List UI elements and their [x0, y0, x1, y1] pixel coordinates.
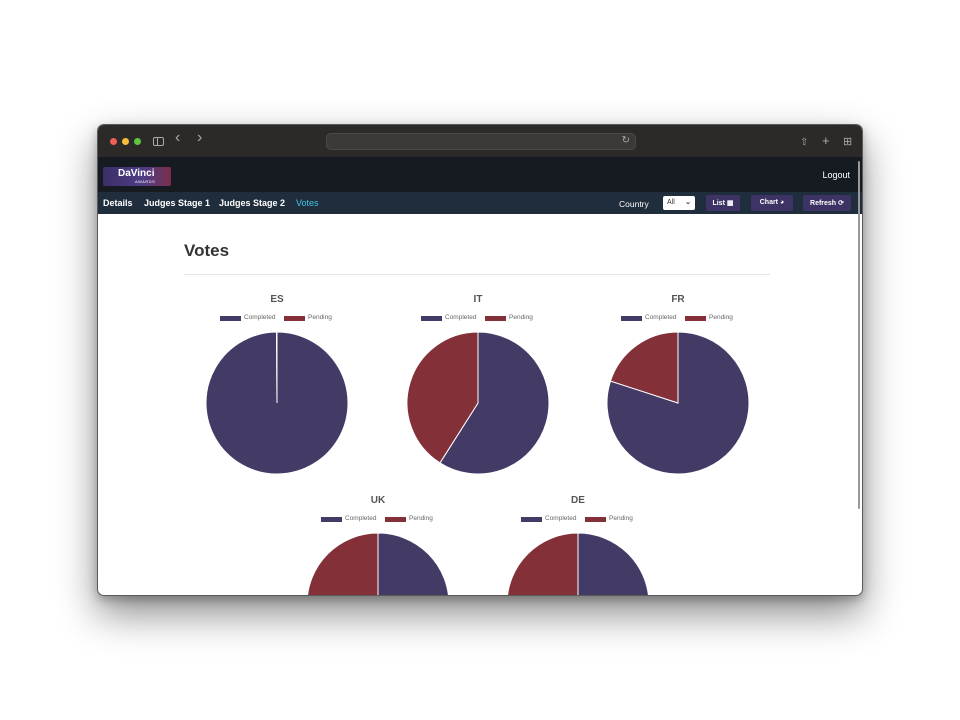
- pie-slice-pending[interactable]: [307, 532, 379, 596]
- minimize-window-button[interactable]: [122, 138, 129, 145]
- country-select[interactable]: All ⌄: [663, 196, 695, 210]
- sidebar-toggle-icon[interactable]: [153, 137, 164, 146]
- refresh-button[interactable]: Refresh ⟳: [803, 195, 851, 211]
- legend-swatch-pending: [485, 316, 506, 321]
- legend-label-pending: Pending: [509, 314, 533, 321]
- sub-navigation: Details Judges Stage 1 Judges Stage 2 Vo…: [98, 192, 862, 214]
- country-label: Country: [619, 199, 649, 209]
- pie-es: [205, 331, 349, 475]
- davinci-logo[interactable]: DaVinci AWARDS: [103, 167, 171, 186]
- page-title: Votes: [184, 241, 230, 260]
- browser-window: ‹ › ↻ ⇧ + ⊞ DaVinci AWARDS Logout Detail…: [97, 124, 863, 596]
- table-icon: ▦: [726, 200, 734, 207]
- legend-swatch-pending: [385, 517, 406, 522]
- legend-label-completed: Completed: [545, 515, 577, 522]
- list-button-label: List: [712, 200, 725, 207]
- chart-button-label: Chart: [759, 199, 779, 206]
- legend-label-completed: Completed: [445, 314, 477, 321]
- app-navbar: DaVinci AWARDS Logout: [98, 157, 862, 192]
- reload-icon[interactable]: ↻: [622, 135, 630, 146]
- legend-swatch-completed: [521, 517, 542, 522]
- title-divider: [184, 274, 770, 275]
- legend-swatch-completed: [621, 316, 642, 321]
- legend-label-completed: Completed: [645, 314, 677, 321]
- nav-votes[interactable]: Votes: [296, 198, 319, 208]
- logo-subtext: AWARDS: [135, 179, 156, 184]
- chart-legend-it: Completed Pending: [403, 314, 553, 324]
- chevron-down-icon: ⌄: [685, 199, 691, 206]
- pie-slice-completed[interactable]: [377, 532, 449, 596]
- pie-fr: [606, 331, 750, 475]
- legend-swatch-completed: [321, 517, 342, 522]
- new-tab-icon[interactable]: +: [822, 133, 830, 149]
- main-content: Votes ES Completed Pending IT Completed Pend…: [98, 214, 862, 596]
- refresh-icon: ⟳: [838, 200, 844, 207]
- address-bar[interactable]: ↻: [326, 133, 636, 150]
- pie-de: [507, 532, 649, 596]
- list-button[interactable]: List ▦: [706, 195, 740, 211]
- share-icon[interactable]: ⇧: [800, 135, 808, 151]
- refresh-button-label: Refresh: [810, 200, 837, 207]
- legend-label-completed: Completed: [244, 314, 276, 321]
- chart-title-it: IT: [473, 294, 483, 305]
- chart-legend-de: Completed Pending: [503, 515, 653, 525]
- pie-slice-completed[interactable]: [577, 532, 649, 596]
- legend-label-pending: Pending: [709, 314, 733, 321]
- chart-title-fr: FR: [671, 294, 685, 305]
- legend-label-pending: Pending: [609, 515, 633, 522]
- pie-slice-pending[interactable]: [507, 532, 579, 596]
- close-window-button[interactable]: [110, 138, 117, 145]
- browser-titlebar: ‹ › ↻ ⇧ + ⊞: [98, 125, 862, 157]
- legend-swatch-completed: [421, 316, 442, 321]
- legend-label-pending: Pending: [308, 314, 332, 321]
- logo-text: DaVinci: [118, 168, 155, 179]
- chart-legend-uk: Completed Pending: [303, 515, 453, 525]
- legend-swatch-pending: [284, 316, 305, 321]
- nav-judges-stage-2[interactable]: Judges Stage 2: [219, 198, 285, 208]
- chart-title-uk: UK: [370, 495, 386, 506]
- back-icon[interactable]: ‹: [175, 130, 180, 146]
- legend-label-pending: Pending: [409, 515, 433, 522]
- pie-uk: [307, 532, 449, 596]
- legend-label-completed: Completed: [345, 515, 377, 522]
- vertical-scrollbar[interactable]: [858, 161, 860, 509]
- forward-icon[interactable]: ›: [197, 130, 202, 146]
- legend-swatch-completed: [220, 316, 241, 321]
- legend-swatch-pending: [685, 316, 706, 321]
- chart-title-de: DE: [571, 495, 585, 506]
- tab-overview-icon[interactable]: ⊞: [843, 134, 852, 150]
- nav-details[interactable]: Details: [103, 198, 133, 208]
- chart-legend-es: Completed Pending: [202, 314, 352, 324]
- zoom-window-button[interactable]: [134, 138, 141, 145]
- chart-button[interactable]: Chart ◕: [751, 195, 793, 211]
- pie-chart-icon: ◕: [780, 199, 785, 206]
- legend-swatch-pending: [585, 517, 606, 522]
- logout-link[interactable]: Logout: [822, 170, 850, 180]
- chart-legend-fr: Completed Pending: [603, 314, 753, 324]
- country-select-value: All: [667, 199, 675, 206]
- pie-it: [406, 331, 550, 475]
- chart-title-es: ES: [270, 294, 284, 305]
- nav-judges-stage-1[interactable]: Judges Stage 1: [144, 198, 210, 208]
